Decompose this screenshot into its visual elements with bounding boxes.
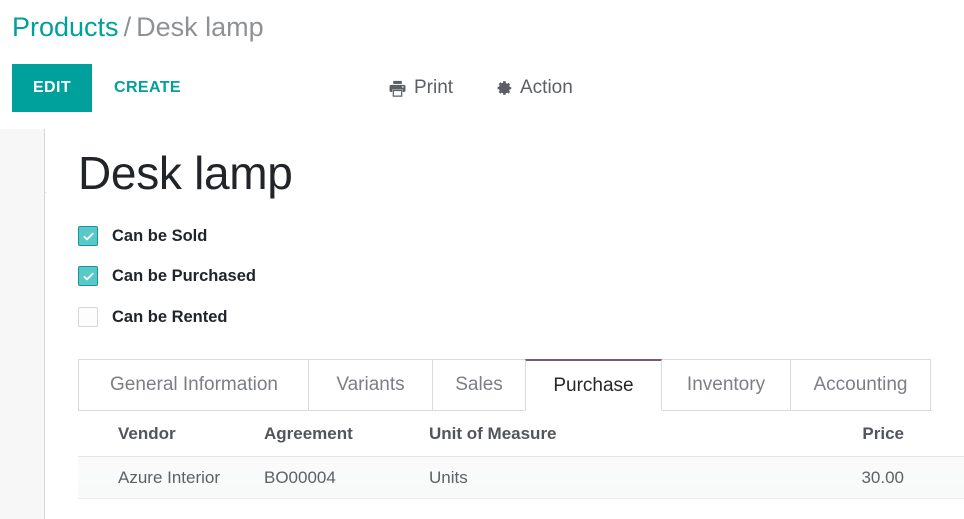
action-menu-button[interactable]: Action: [494, 64, 573, 112]
can-be-rented-label: Can be Rented: [112, 307, 228, 326]
tab-sales[interactable]: Sales: [432, 359, 526, 411]
breadcrumb-products-link[interactable]: Products: [12, 12, 119, 42]
tab-general-information[interactable]: General Information: [78, 359, 310, 411]
tab-inventory[interactable]: Inventory: [661, 359, 791, 411]
supplier-info-table: Vendor Agreement Unit of Measure Price A…: [78, 411, 964, 499]
tab-variants[interactable]: Variants: [308, 359, 433, 411]
column-header-unit-of-measure: Unit of Measure: [429, 423, 557, 443]
gear-icon: [494, 79, 513, 98]
product-form-page: Products / Desk lamp EDIT CREATE Print A…: [0, 0, 964, 519]
print-menu-button[interactable]: Print: [388, 64, 453, 112]
can-be-purchased-label: Can be Purchased: [112, 266, 256, 285]
action-label: Action: [520, 77, 573, 98]
page-title: Desk lamp: [78, 147, 293, 199]
can-be-rented-checkbox[interactable]: [78, 307, 98, 327]
cell-agreement[interactable]: BO00004: [264, 457, 429, 498]
cell-price[interactable]: 30.00: [719, 457, 924, 498]
breadcrumb-current: Desk lamp: [136, 12, 264, 42]
control-panel-toolbar: EDIT CREATE Print Action: [0, 64, 964, 193]
column-header-agreement: Agreement: [264, 423, 353, 443]
notebook-tabs: General Information Variants Sales Purch…: [78, 359, 932, 411]
field-can-be-sold[interactable]: Can be Sold: [78, 225, 207, 247]
cell-unit-of-measure[interactable]: Units: [429, 457, 719, 498]
breadcrumb: Products / Desk lamp: [12, 8, 264, 46]
tab-purchase[interactable]: Purchase: [525, 359, 662, 411]
form-sheet: Desk lamp Can be Sold Can be Purchased C…: [46, 129, 964, 519]
breadcrumb-separator: /: [123, 12, 132, 42]
edit-button[interactable]: EDIT: [12, 64, 92, 112]
can-be-sold-checkbox[interactable]: [78, 226, 98, 246]
field-can-be-rented[interactable]: Can be Rented: [78, 306, 228, 328]
create-button[interactable]: CREATE: [104, 64, 191, 112]
table-header-row: Vendor Agreement Unit of Measure Price: [78, 411, 964, 457]
column-header-price: Price: [862, 423, 904, 443]
can-be-sold-label: Can be Sold: [112, 226, 208, 245]
print-label: Print: [414, 77, 454, 98]
field-can-be-purchased[interactable]: Can be Purchased: [78, 265, 256, 287]
form-left-gutter: [0, 129, 45, 519]
cell-vendor[interactable]: Azure Interior: [78, 457, 264, 498]
column-header-vendor: Vendor: [118, 423, 176, 443]
printer-icon: [388, 79, 407, 98]
table-row[interactable]: Azure Interior BO00004 Units 30.00: [78, 457, 964, 499]
can-be-purchased-checkbox[interactable]: [78, 266, 98, 286]
tab-accounting[interactable]: Accounting: [790, 359, 931, 411]
